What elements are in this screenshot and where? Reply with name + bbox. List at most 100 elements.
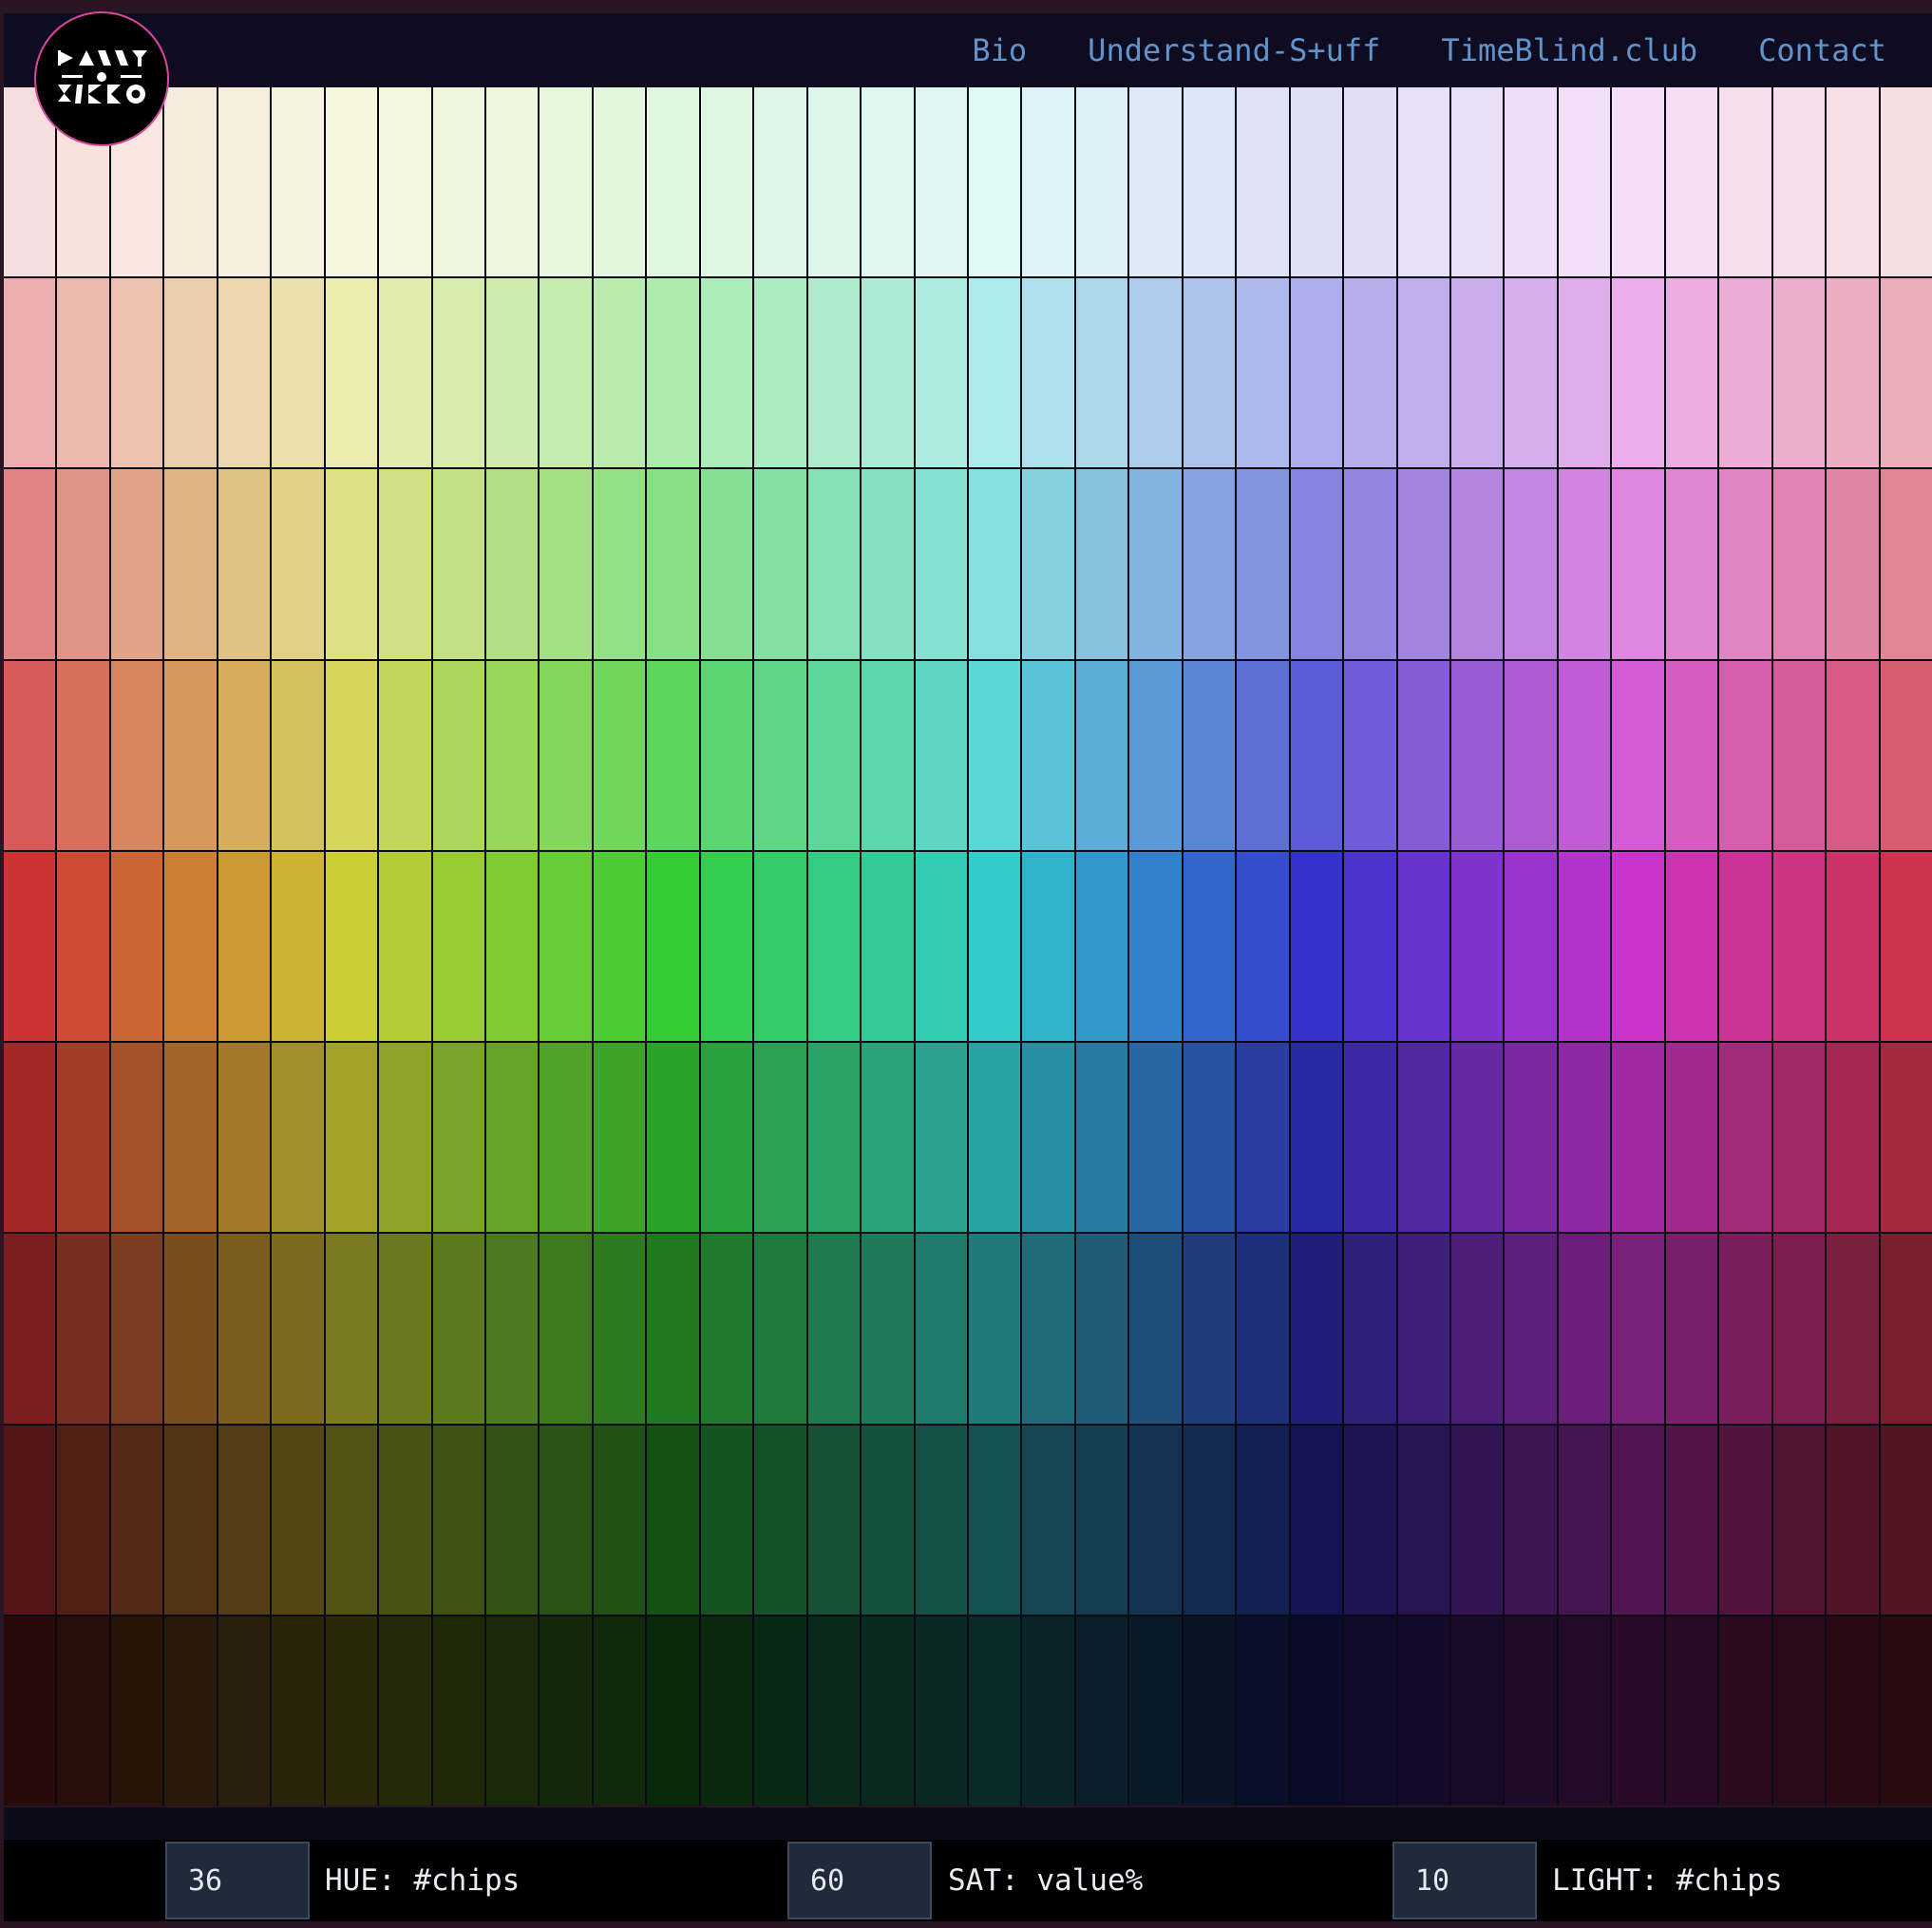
color-chip[interactable] — [1665, 1234, 1718, 1424]
color-chip[interactable] — [218, 469, 271, 659]
color-chip[interactable] — [807, 1616, 861, 1805]
color-chip[interactable] — [915, 660, 967, 850]
color-chip[interactable] — [1129, 469, 1182, 659]
color-chip[interactable] — [325, 278, 378, 468]
color-chip[interactable] — [968, 660, 1021, 850]
color-chip[interactable] — [1665, 87, 1718, 277]
color-chip[interactable] — [1612, 469, 1664, 659]
color-chip[interactable] — [1075, 469, 1128, 659]
color-chip[interactable] — [1237, 278, 1289, 468]
color-chip[interactable] — [379, 1043, 431, 1233]
color-chip[interactable] — [1719, 851, 1771, 1042]
color-chip[interactable] — [1237, 469, 1289, 659]
color-chip[interactable] — [1827, 469, 1879, 659]
color-chip[interactable] — [1772, 278, 1826, 468]
color-chip[interactable] — [379, 660, 431, 850]
color-chip[interactable] — [968, 278, 1021, 468]
color-chip[interactable] — [593, 1616, 646, 1805]
color-chip[interactable] — [1880, 87, 1932, 277]
color-chip[interactable] — [862, 851, 914, 1042]
color-chip[interactable] — [862, 660, 914, 850]
color-chip[interactable] — [1880, 469, 1932, 659]
color-chip[interactable] — [593, 278, 646, 468]
color-chip[interactable] — [379, 278, 431, 468]
color-chip[interactable] — [1558, 278, 1611, 468]
color-chip[interactable] — [1344, 278, 1396, 468]
color-chip[interactable] — [485, 851, 539, 1042]
color-chip[interactable] — [218, 1616, 271, 1805]
color-chip[interactable] — [1022, 1616, 1074, 1805]
color-chip[interactable] — [485, 1043, 539, 1233]
color-chip[interactable] — [1558, 1616, 1611, 1805]
color-chip[interactable] — [110, 1616, 163, 1805]
color-chip[interactable] — [647, 660, 699, 850]
color-chip[interactable] — [325, 1043, 378, 1233]
color-chip[interactable] — [1450, 1234, 1504, 1424]
color-chip[interactable] — [1450, 1616, 1504, 1805]
color-chip[interactable] — [1612, 851, 1664, 1042]
color-chip[interactable] — [1183, 1043, 1236, 1233]
color-chip[interactable] — [218, 1234, 271, 1424]
color-chip[interactable] — [1075, 660, 1128, 850]
color-chip[interactable] — [272, 1043, 324, 1233]
color-chip[interactable] — [862, 469, 914, 659]
lightness-input[interactable] — [1392, 1842, 1537, 1919]
color-chip[interactable] — [1558, 469, 1611, 659]
color-chip[interactable] — [754, 278, 806, 468]
color-chip[interactable] — [1129, 87, 1182, 277]
color-chip[interactable] — [1665, 851, 1718, 1042]
color-chip[interactable] — [379, 1234, 431, 1424]
color-chip[interactable] — [1880, 1616, 1932, 1805]
color-chip[interactable] — [325, 1425, 378, 1615]
color-chip[interactable] — [1183, 278, 1236, 468]
color-chip[interactable] — [968, 1234, 1021, 1424]
color-chip[interactable] — [1505, 278, 1557, 468]
color-chip[interactable] — [1719, 660, 1771, 850]
color-chip[interactable] — [1290, 87, 1343, 277]
color-chip[interactable] — [647, 1234, 699, 1424]
color-chip[interactable] — [164, 660, 217, 850]
color-chip[interactable] — [1612, 87, 1664, 277]
color-chip[interactable] — [1397, 278, 1449, 468]
color-chip[interactable] — [485, 278, 539, 468]
color-chip[interactable] — [272, 278, 324, 468]
color-chip[interactable] — [1450, 1425, 1504, 1615]
color-chip[interactable] — [164, 1234, 217, 1424]
color-chip[interactable] — [647, 1425, 699, 1615]
color-chip[interactable] — [968, 469, 1021, 659]
color-chip[interactable] — [4, 1425, 56, 1615]
color-chip[interactable] — [647, 1043, 699, 1233]
color-chip[interactable] — [432, 851, 484, 1042]
color-chip[interactable] — [218, 1425, 271, 1615]
color-chip[interactable] — [57, 1425, 109, 1615]
color-chip[interactable] — [1612, 1616, 1664, 1805]
color-chip[interactable] — [1505, 1234, 1557, 1424]
site-logo[interactable] — [34, 11, 169, 146]
color-chip[interactable] — [968, 1425, 1021, 1615]
color-chip[interactable] — [1880, 1234, 1932, 1424]
color-chip[interactable] — [754, 1425, 806, 1615]
color-chip[interactable] — [647, 278, 699, 468]
color-chip[interactable] — [218, 278, 271, 468]
color-chip[interactable] — [754, 1043, 806, 1233]
color-chip[interactable] — [1665, 660, 1718, 850]
color-chip[interactable] — [862, 1425, 914, 1615]
color-chip[interactable] — [379, 1425, 431, 1615]
color-chip[interactable] — [4, 660, 56, 850]
color-chip[interactable] — [1880, 1425, 1932, 1615]
color-chip[interactable] — [862, 1043, 914, 1233]
color-chip[interactable] — [1290, 469, 1343, 659]
color-chip[interactable] — [1772, 851, 1826, 1042]
color-chip[interactable] — [164, 469, 217, 659]
color-chip[interactable] — [1183, 1616, 1236, 1805]
color-chip[interactable] — [1397, 1043, 1449, 1233]
color-chip[interactable] — [1827, 278, 1879, 468]
color-chip[interactable] — [1290, 1234, 1343, 1424]
color-chip[interactable] — [432, 1616, 484, 1805]
color-chip[interactable] — [593, 1425, 646, 1615]
color-chip[interactable] — [540, 278, 592, 468]
color-chip[interactable] — [915, 1234, 967, 1424]
color-chip[interactable] — [1612, 1425, 1664, 1615]
color-chip[interactable] — [1719, 469, 1771, 659]
color-chip[interactable] — [1827, 1043, 1879, 1233]
